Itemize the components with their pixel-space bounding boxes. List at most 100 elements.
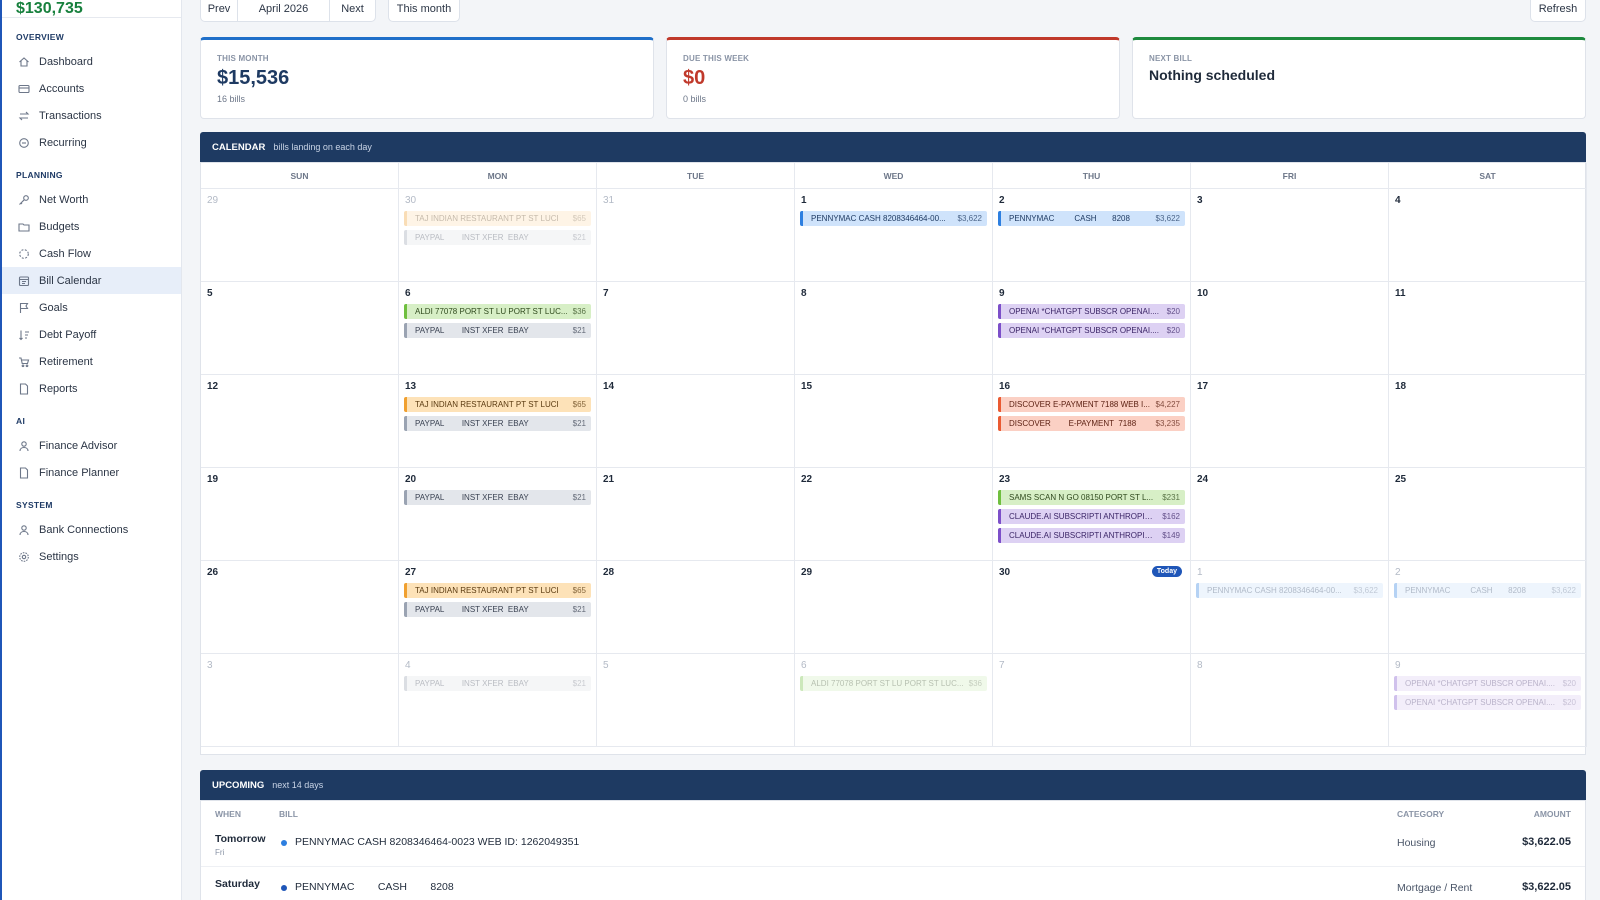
calendar-day[interactable]: 30 TAJ INDIAN RESTAURANT PT ST LUCI $65 PAY…	[399, 189, 597, 282]
bill-chip[interactable]: PAYPAL INST XFER EBAY $21	[404, 416, 591, 431]
sidebar-item-budgets[interactable]: Budgets	[2, 213, 181, 240]
calendar-day[interactable]: 26	[201, 561, 399, 654]
calendar-day[interactable]: 9 OPENAI *CHATGPT SUBSCR OPENAI.... $20 OPE…	[1389, 654, 1587, 747]
calendar-day[interactable]: 5	[597, 654, 795, 747]
calendar-day[interactable]: 6 ALDI 77078 PORT ST LU PORT ST LUC... $36	[795, 654, 993, 747]
calendar-day[interactable]: 29	[201, 189, 399, 282]
calendar-day[interactable]: 17	[1191, 375, 1389, 468]
calendar-day[interactable]: 10	[1191, 282, 1389, 375]
calendar-day[interactable]: 13 TAJ INDIAN RESTAURANT PT ST LUCI $65 PAY…	[399, 375, 597, 468]
card-sub: 16 bills	[217, 94, 246, 104]
calendar-day[interactable]: 28	[597, 561, 795, 654]
sidebar-item-settings[interactable]: Settings	[2, 543, 181, 570]
calendar-day[interactable]: 22	[795, 468, 993, 561]
bill-amount: $36	[968, 679, 982, 688]
bill-chip[interactable]: PENNYMAC CASH 8208 $3,622	[1394, 583, 1581, 598]
calendar-day[interactable]: 30 Today	[993, 561, 1191, 654]
bill-chip[interactable]: PENNYMAC CASH 8208346464-00... $3,622	[1196, 583, 1383, 598]
upcoming-row[interactable]: Tomorrow Fri PENNYMAC CASH 8208346464-0023…	[201, 823, 1585, 867]
bill-chip[interactable]: PAYPAL INST XFER EBAY $21	[404, 602, 591, 617]
bill-chip[interactable]: CLAUDE.AI SUBSCRIPTI ANTHROPIC.... $162	[998, 509, 1185, 524]
bill-chip[interactable]: OPENAI *CHATGPT SUBSCR OPENAI.... $20	[998, 304, 1185, 319]
calendar-day[interactable]: 4	[1389, 189, 1587, 282]
next-button[interactable]: Next	[329, 0, 376, 22]
bill-chip[interactable]: OPENAI *CHATGPT SUBSCR OPENAI.... $20	[998, 323, 1185, 338]
calendar-day[interactable]: 1 PENNYMAC CASH 8208346464-00... $3,622	[1191, 561, 1389, 654]
this-month-button[interactable]: This month	[388, 0, 460, 22]
upcoming-row[interactable]: Saturday PENNYMAC CASH 8208 Mortgage / Ren…	[201, 868, 1585, 900]
user-icon	[18, 440, 30, 452]
calendar-day[interactable]: 14	[597, 375, 795, 468]
calendar-day[interactable]: 1 PENNYMAC CASH 8208346464-00... $3,622	[795, 189, 993, 282]
calendar-day[interactable]: 18	[1389, 375, 1587, 468]
calendar-day[interactable]: 31	[597, 189, 795, 282]
calendar-day[interactable]: 2 PENNYMAC CASH 8208 $3,622	[1389, 561, 1587, 654]
bill-chip[interactable]: TAJ INDIAN RESTAURANT PT ST LUCI $65	[404, 397, 591, 412]
bill-chip[interactable]: ALDI 77078 PORT ST LU PORT ST LUC... $36	[404, 304, 591, 319]
chat-bubble-icon	[18, 137, 30, 149]
day-number: 26	[207, 567, 219, 578]
calendar-day[interactable]: 8	[795, 282, 993, 375]
calendar-day[interactable]: 7	[993, 654, 1191, 747]
calendar-day[interactable]: 11	[1389, 282, 1587, 375]
day-number: 31	[603, 195, 615, 206]
sidebar-item-accounts[interactable]: Accounts	[2, 75, 181, 102]
calendar-day[interactable]: 27 TAJ INDIAN RESTAURANT PT ST LUCI $65 PAY…	[399, 561, 597, 654]
calendar-day[interactable]: 12	[201, 375, 399, 468]
calendar-day[interactable]: 9 OPENAI *CHATGPT SUBSCR OPENAI.... $20 OPE…	[993, 282, 1191, 375]
bill-chip[interactable]: PENNYMAC CASH 8208 $3,622	[998, 211, 1185, 226]
bill-chip[interactable]: DISCOVER E-PAYMENT 7188 $3,235	[998, 416, 1185, 431]
sidebar-item-net-worth[interactable]: Net Worth	[2, 186, 181, 213]
sidebar-item-goals[interactable]: Goals	[2, 294, 181, 321]
calendar-day[interactable]: 23 SAMS SCAN N GO 08150 PORT ST L... $231 C…	[993, 468, 1191, 561]
bill-chip[interactable]: OPENAI *CHATGPT SUBSCR OPENAI.... $20	[1394, 695, 1581, 710]
calendar-day[interactable]: 7	[597, 282, 795, 375]
sidebar-item-label: Bank Connections	[39, 523, 129, 536]
bill-chip[interactable]: TAJ INDIAN RESTAURANT PT ST LUCI $65	[404, 211, 591, 226]
calendar-day[interactable]: 21	[597, 468, 795, 561]
calendar-day[interactable]: 2 PENNYMAC CASH 8208 $3,622	[993, 189, 1191, 282]
card-value: $15,536	[217, 67, 290, 89]
bill-amount: $4,227	[1155, 400, 1180, 409]
calendar-day[interactable]: 20 PAYPAL INST XFER EBAY $21	[399, 468, 597, 561]
sidebar-item-dashboard[interactable]: Dashboard	[2, 48, 181, 75]
calendar-day[interactable]: 3	[1191, 189, 1389, 282]
refresh-button[interactable]: Refresh	[1530, 0, 1586, 22]
sidebar-item-bill-calendar[interactable]: Bill Calendar	[2, 267, 181, 294]
calendar-day[interactable]: 6 ALDI 77078 PORT ST LU PORT ST LUC... $36…	[399, 282, 597, 375]
bill-chip[interactable]: ALDI 77078 PORT ST LU PORT ST LUC... $36	[800, 676, 987, 691]
sidebar-item-reports[interactable]: Reports	[2, 375, 181, 402]
nav-section-ai: AI	[16, 416, 26, 426]
sidebar-item-retirement[interactable]: Retirement	[2, 348, 181, 375]
calendar-day[interactable]: 5	[201, 282, 399, 375]
sidebar-item-recurring[interactable]: Recurring	[2, 129, 181, 156]
day-number: 6	[801, 660, 807, 671]
calendar-day[interactable]: 25	[1389, 468, 1587, 561]
bill-chip[interactable]: SAMS SCAN N GO 08150 PORT ST L... $231	[998, 490, 1185, 505]
calendar-day[interactable]: 19	[201, 468, 399, 561]
sidebar-item-transactions[interactable]: Transactions	[2, 102, 181, 129]
calendar-day[interactable]: 15	[795, 375, 993, 468]
calendar-day[interactable]: 24	[1191, 468, 1389, 561]
calendar-day[interactable]: 16 DISCOVER E-PAYMENT 7188 WEB I... $4,227…	[993, 375, 1191, 468]
bill-chip[interactable]: PAYPAL INST XFER EBAY $21	[404, 490, 591, 505]
bill-chip[interactable]: CLAUDE.AI SUBSCRIPTI ANTHROPIC.C $149	[998, 528, 1185, 543]
bill-chip[interactable]: TAJ INDIAN RESTAURANT PT ST LUCI $65	[404, 583, 591, 598]
day-number: 7	[999, 660, 1005, 671]
calendar-day[interactable]: 4 PAYPAL INST XFER EBAY $21	[399, 654, 597, 747]
sidebar-item-finance-planner[interactable]: Finance Planner	[2, 459, 181, 486]
prev-button[interactable]: Prev	[200, 0, 238, 22]
sidebar-item-cash-flow[interactable]: Cash Flow	[2, 240, 181, 267]
calendar-day[interactable]: 3	[201, 654, 399, 747]
bill-chip[interactable]: PENNYMAC CASH 8208346464-00... $3,622	[800, 211, 987, 226]
calendar-day[interactable]: 8	[1191, 654, 1389, 747]
bill-chip[interactable]: PAYPAL INST XFER EBAY $21	[404, 230, 591, 245]
sidebar-item-bank-connections[interactable]: Bank Connections	[2, 516, 181, 543]
sidebar-item-debt-payoff[interactable]: Debt Payoff	[2, 321, 181, 348]
bill-chip[interactable]: PAYPAL INST XFER EBAY $21	[404, 323, 591, 338]
calendar-day[interactable]: 29	[795, 561, 993, 654]
sidebar-item-finance-advisor[interactable]: Finance Advisor	[2, 432, 181, 459]
bill-chip[interactable]: OPENAI *CHATGPT SUBSCR OPENAI.... $20	[1394, 676, 1581, 691]
bill-chip[interactable]: DISCOVER E-PAYMENT 7188 WEB I... $4,227	[998, 397, 1185, 412]
bill-chip[interactable]: PAYPAL INST XFER EBAY $21	[404, 676, 591, 691]
